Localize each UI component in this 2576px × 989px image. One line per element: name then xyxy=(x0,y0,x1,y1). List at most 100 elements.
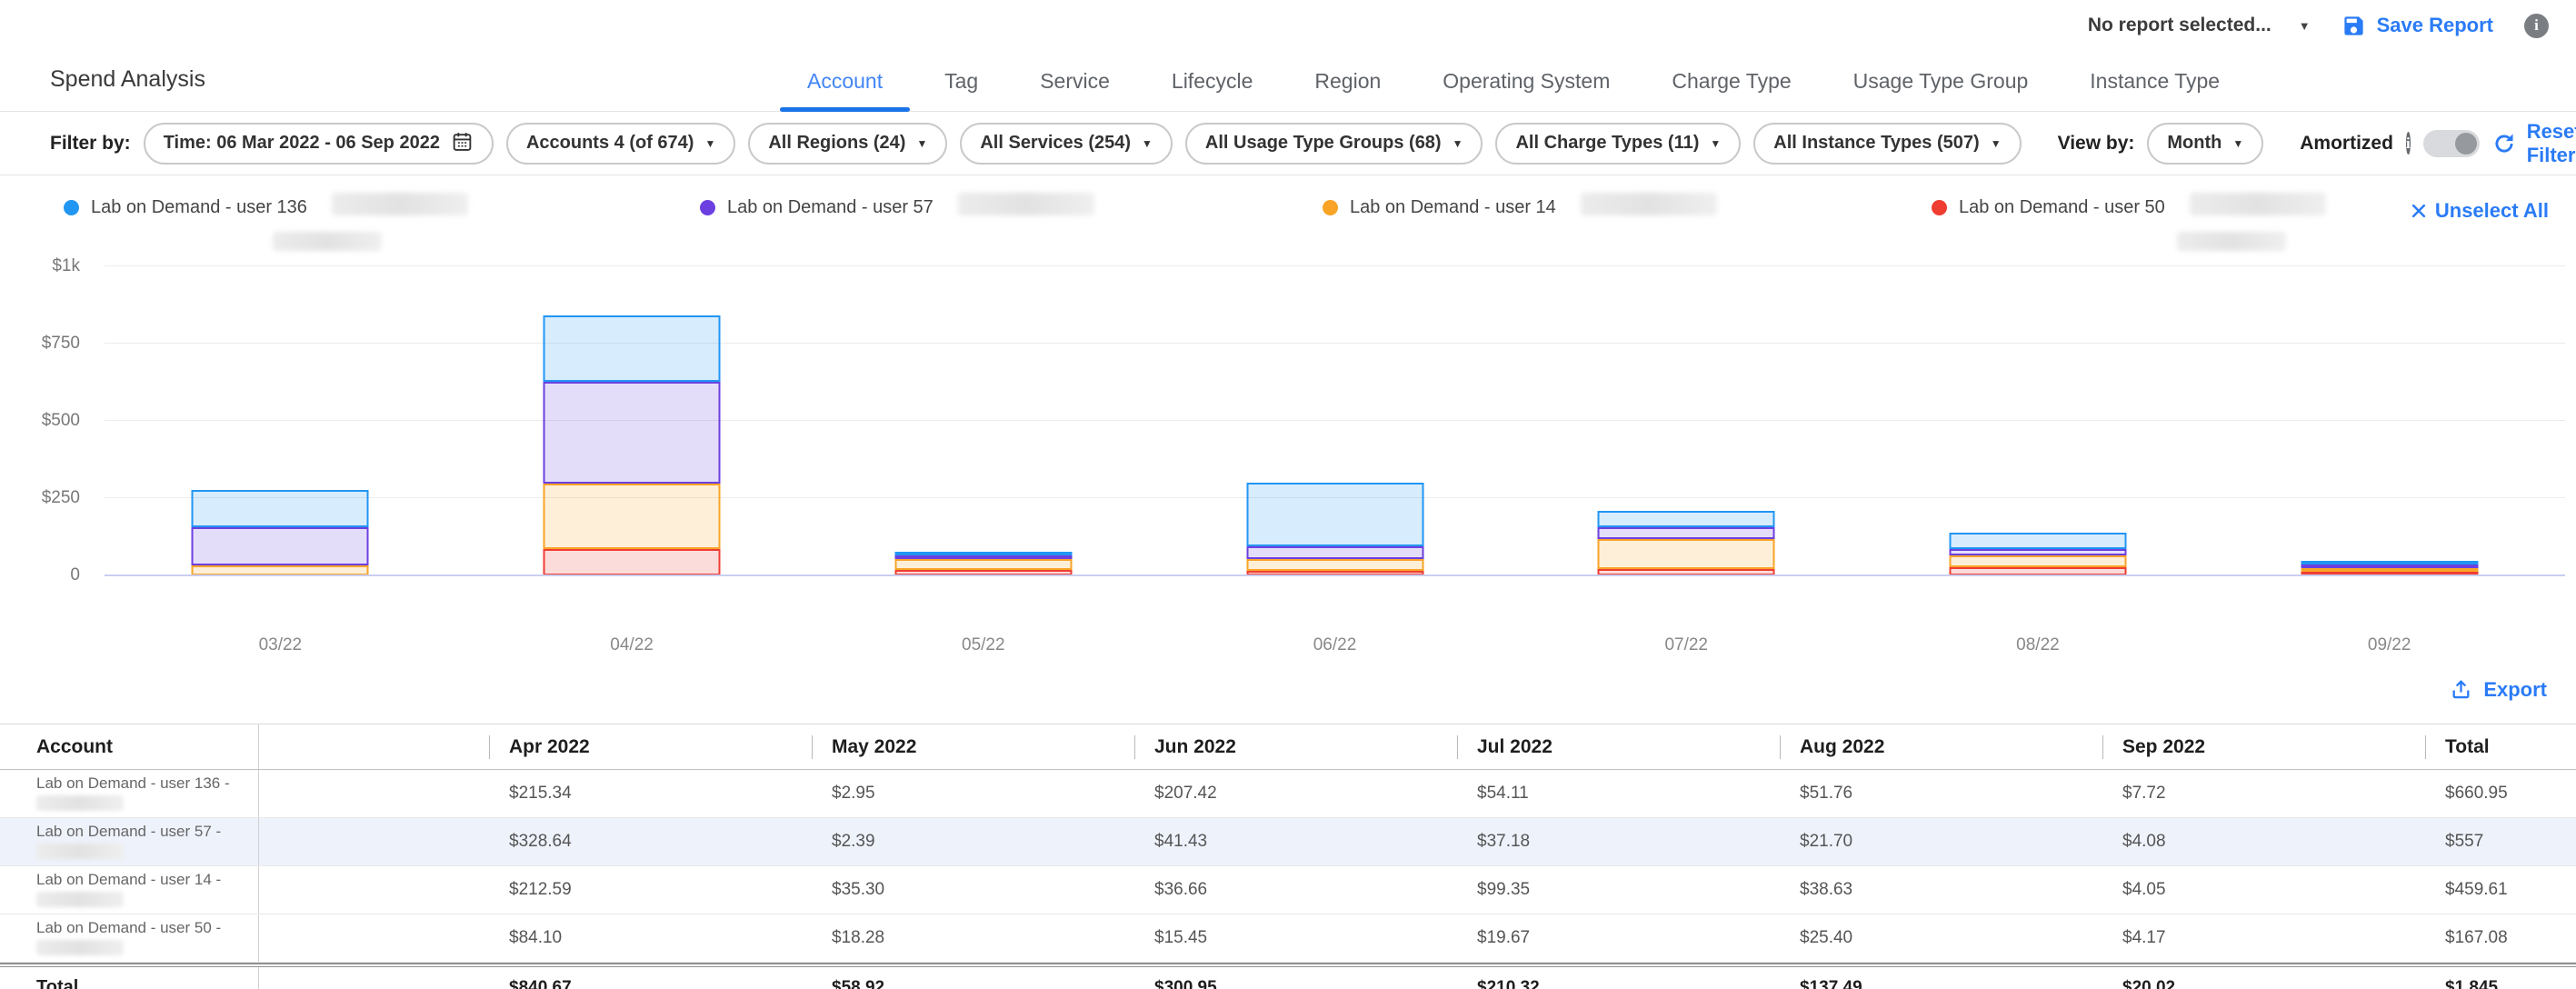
tab-lifecycle[interactable]: Lifecycle xyxy=(1164,69,1260,111)
bar-segment-lab-on-demand-user-57[interactable] xyxy=(192,527,369,564)
y-axis-tick-label: 0 xyxy=(0,565,80,585)
chart-column-03-22 xyxy=(105,266,456,575)
value-cell: $51.76 xyxy=(1780,784,2102,804)
legend-item-lab-on-demand-user-50[interactable]: Lab on Demand - user 50 xyxy=(1932,197,2326,218)
tab-operating-system[interactable]: Operating System xyxy=(1435,69,1617,111)
filter-pill-label: Time: 06 Mar 2022 - 06 Sep 2022 xyxy=(164,133,440,154)
x-axis-tick-label: 07/22 xyxy=(1511,635,1862,655)
bar-segment-lab-on-demand-user-14[interactable] xyxy=(1949,555,2126,567)
filter-pill-label: All Usage Type Groups (68) xyxy=(1205,133,1442,154)
column-header-apr-2022[interactable]: Apr 2022 xyxy=(489,724,812,769)
legend-item-lab-on-demand-user-14[interactable]: Lab on Demand - user 14 xyxy=(1323,197,1717,218)
bar-segment-lab-on-demand-user-14[interactable] xyxy=(1246,559,1423,570)
y-axis-tick-label: $500 xyxy=(0,411,80,431)
value-cell: $84.10 xyxy=(489,928,812,948)
value-cell: $557 xyxy=(2425,832,2576,852)
redacted-text xyxy=(273,232,382,251)
account-name: Lab on Demand - user 57 - xyxy=(36,823,249,841)
tab-service[interactable]: Service xyxy=(1033,69,1117,111)
bar-segment-lab-on-demand-user-136[interactable] xyxy=(544,315,721,382)
close-icon xyxy=(2410,202,2428,220)
table-row-lab-on-demand-user-57: Lab on Demand - user 57 -$328.64$2.39$41… xyxy=(0,818,2576,866)
chart-column-05-22 xyxy=(807,266,1159,575)
redacted-text xyxy=(2177,232,2286,251)
filter-pill-label: All Services (254) xyxy=(980,133,1131,154)
filter-pill-all-usage-type-groups-68[interactable]: All Usage Type Groups (68) ▼ xyxy=(1185,123,1483,165)
chevron-down-icon: ▼ xyxy=(1142,137,1153,150)
tab-instance-type[interactable]: Instance Type xyxy=(2082,69,2227,111)
bar-segment-lab-on-demand-user-136[interactable] xyxy=(192,490,369,527)
amortized-toggle[interactable] xyxy=(2423,130,2480,157)
tab-tag[interactable]: Tag xyxy=(937,69,985,111)
column-header-may-2022[interactable]: May 2022 xyxy=(812,724,1134,769)
chevron-down-icon: ▼ xyxy=(1453,137,1463,150)
bar-segment-lab-on-demand-user-57[interactable] xyxy=(544,382,721,484)
chevron-down-icon: ▼ xyxy=(2299,19,2311,33)
top-bar: No report selected... ▼ Save Report i xyxy=(0,0,2576,51)
legend-label: Lab on Demand - user 57 xyxy=(727,197,934,218)
unselect-all-button[interactable]: Unselect All xyxy=(2410,199,2549,223)
export-row: Export xyxy=(0,655,2576,724)
filter-pill-label: All Instance Types (507) xyxy=(1773,133,1979,154)
tab-account[interactable]: Account xyxy=(800,69,890,111)
redacted-text xyxy=(36,795,124,811)
value-cell: $7.72 xyxy=(2102,784,2425,804)
account-column-header[interactable]: Account xyxy=(0,724,259,769)
column-header-aug-2022[interactable]: Aug 2022 xyxy=(1780,724,2102,769)
redacted-text xyxy=(2190,193,2326,215)
bar-segment-lab-on-demand-user-57[interactable] xyxy=(1598,527,1775,539)
value-cell: $38.63 xyxy=(1780,880,2102,900)
bar-segment-lab-on-demand-user-57[interactable] xyxy=(1949,549,2126,555)
tab-region[interactable]: Region xyxy=(1307,69,1388,111)
filter-pill-accounts-4-of-674[interactable]: Accounts 4 (of 674)▼ xyxy=(506,123,735,165)
view-by-pill[interactable]: Month▼ xyxy=(2147,123,2263,165)
bar-segment-lab-on-demand-user-14[interactable] xyxy=(894,559,1072,570)
chart-column-08-22 xyxy=(1862,266,2214,575)
legend-item-lab-on-demand-user-57[interactable]: Lab on Demand - user 57 xyxy=(700,197,1094,218)
filter-pill-time-06-mar-2022-06-sep-2022[interactable]: Time: 06 Mar 2022 - 06 Sep 2022 xyxy=(144,123,494,165)
value-cell: $4.17 xyxy=(2102,928,2425,948)
filter-pill-label: All Regions (24) xyxy=(768,133,905,154)
bar-09-22 xyxy=(2301,561,2478,575)
legend-item-lab-on-demand-user-136[interactable]: Lab on Demand - user 136 xyxy=(64,197,468,218)
header-row: Spend Analysis AccountTagServiceLifecycl… xyxy=(0,51,2576,112)
column-header-sep-2022[interactable]: Sep 2022 xyxy=(2102,724,2425,769)
tab-charge-type[interactable]: Charge Type xyxy=(1664,69,1798,111)
bar-segment-lab-on-demand-user-57[interactable] xyxy=(1246,546,1423,559)
save-icon xyxy=(2341,14,2366,38)
x-axis-line xyxy=(105,574,2565,576)
info-icon[interactable]: i xyxy=(2524,14,2549,38)
amortized-label: Amortized xyxy=(2300,133,2393,155)
report-selector-dropdown[interactable]: No report selected... ▼ xyxy=(2088,15,2311,36)
bar-segment-lab-on-demand-user-136[interactable] xyxy=(1246,483,1423,547)
filter-pill-all-charge-types-11[interactable]: All Charge Types (11)▼ xyxy=(1495,123,1741,165)
reset-filters-button[interactable]: Reset Filters xyxy=(2492,120,2576,167)
filter-pill-all-regions-24[interactable]: All Regions (24)▼ xyxy=(748,123,947,165)
export-button[interactable]: Export xyxy=(2450,678,2547,702)
column-header-jul-2022[interactable]: Jul 2022 xyxy=(1457,724,1780,769)
bar-03-22 xyxy=(192,490,369,575)
filter-pill-all-services-254[interactable]: All Services (254) ▼ xyxy=(960,123,1173,165)
toggle-knob xyxy=(2455,133,2477,155)
bar-segment-lab-on-demand-user-14[interactable] xyxy=(544,484,721,549)
tab-usage-type-group[interactable]: Usage Type Group xyxy=(1846,69,2036,111)
value-cell: $167.08 xyxy=(2425,928,2576,948)
bar-segment-lab-on-demand-user-136[interactable] xyxy=(1949,533,2126,549)
total-value-cell: $20.02 xyxy=(2102,978,2425,989)
total-value-cell: $300.95 xyxy=(1134,978,1457,989)
amortized-info-icon[interactable]: i xyxy=(2406,132,2411,155)
column-header-total[interactable]: Total xyxy=(2425,724,2576,769)
table-row-lab-on-demand-user-50: Lab on Demand - user 50 -$84.10$18.28$15… xyxy=(0,914,2576,963)
bar-segment-lab-on-demand-user-14[interactable] xyxy=(1598,539,1775,570)
redacted-text xyxy=(36,940,124,955)
legend-dot-icon xyxy=(700,200,715,215)
bar-segment-lab-on-demand-user-136[interactable] xyxy=(1598,511,1775,527)
bar-segment-lab-on-demand-user-50[interactable] xyxy=(544,549,721,575)
account-name: Lab on Demand - user 50 - xyxy=(36,919,249,937)
chevron-down-icon: ▼ xyxy=(704,137,715,150)
x-axis-tick-label: 03/22 xyxy=(105,635,456,655)
value-cell: $35.30 xyxy=(812,880,1134,900)
save-report-button[interactable]: Save Report xyxy=(2341,14,2493,38)
filter-pill-all-instance-types-507[interactable]: All Instance Types (507)▼ xyxy=(1753,123,2021,165)
column-header-jun-2022[interactable]: Jun 2022 xyxy=(1134,724,1457,769)
